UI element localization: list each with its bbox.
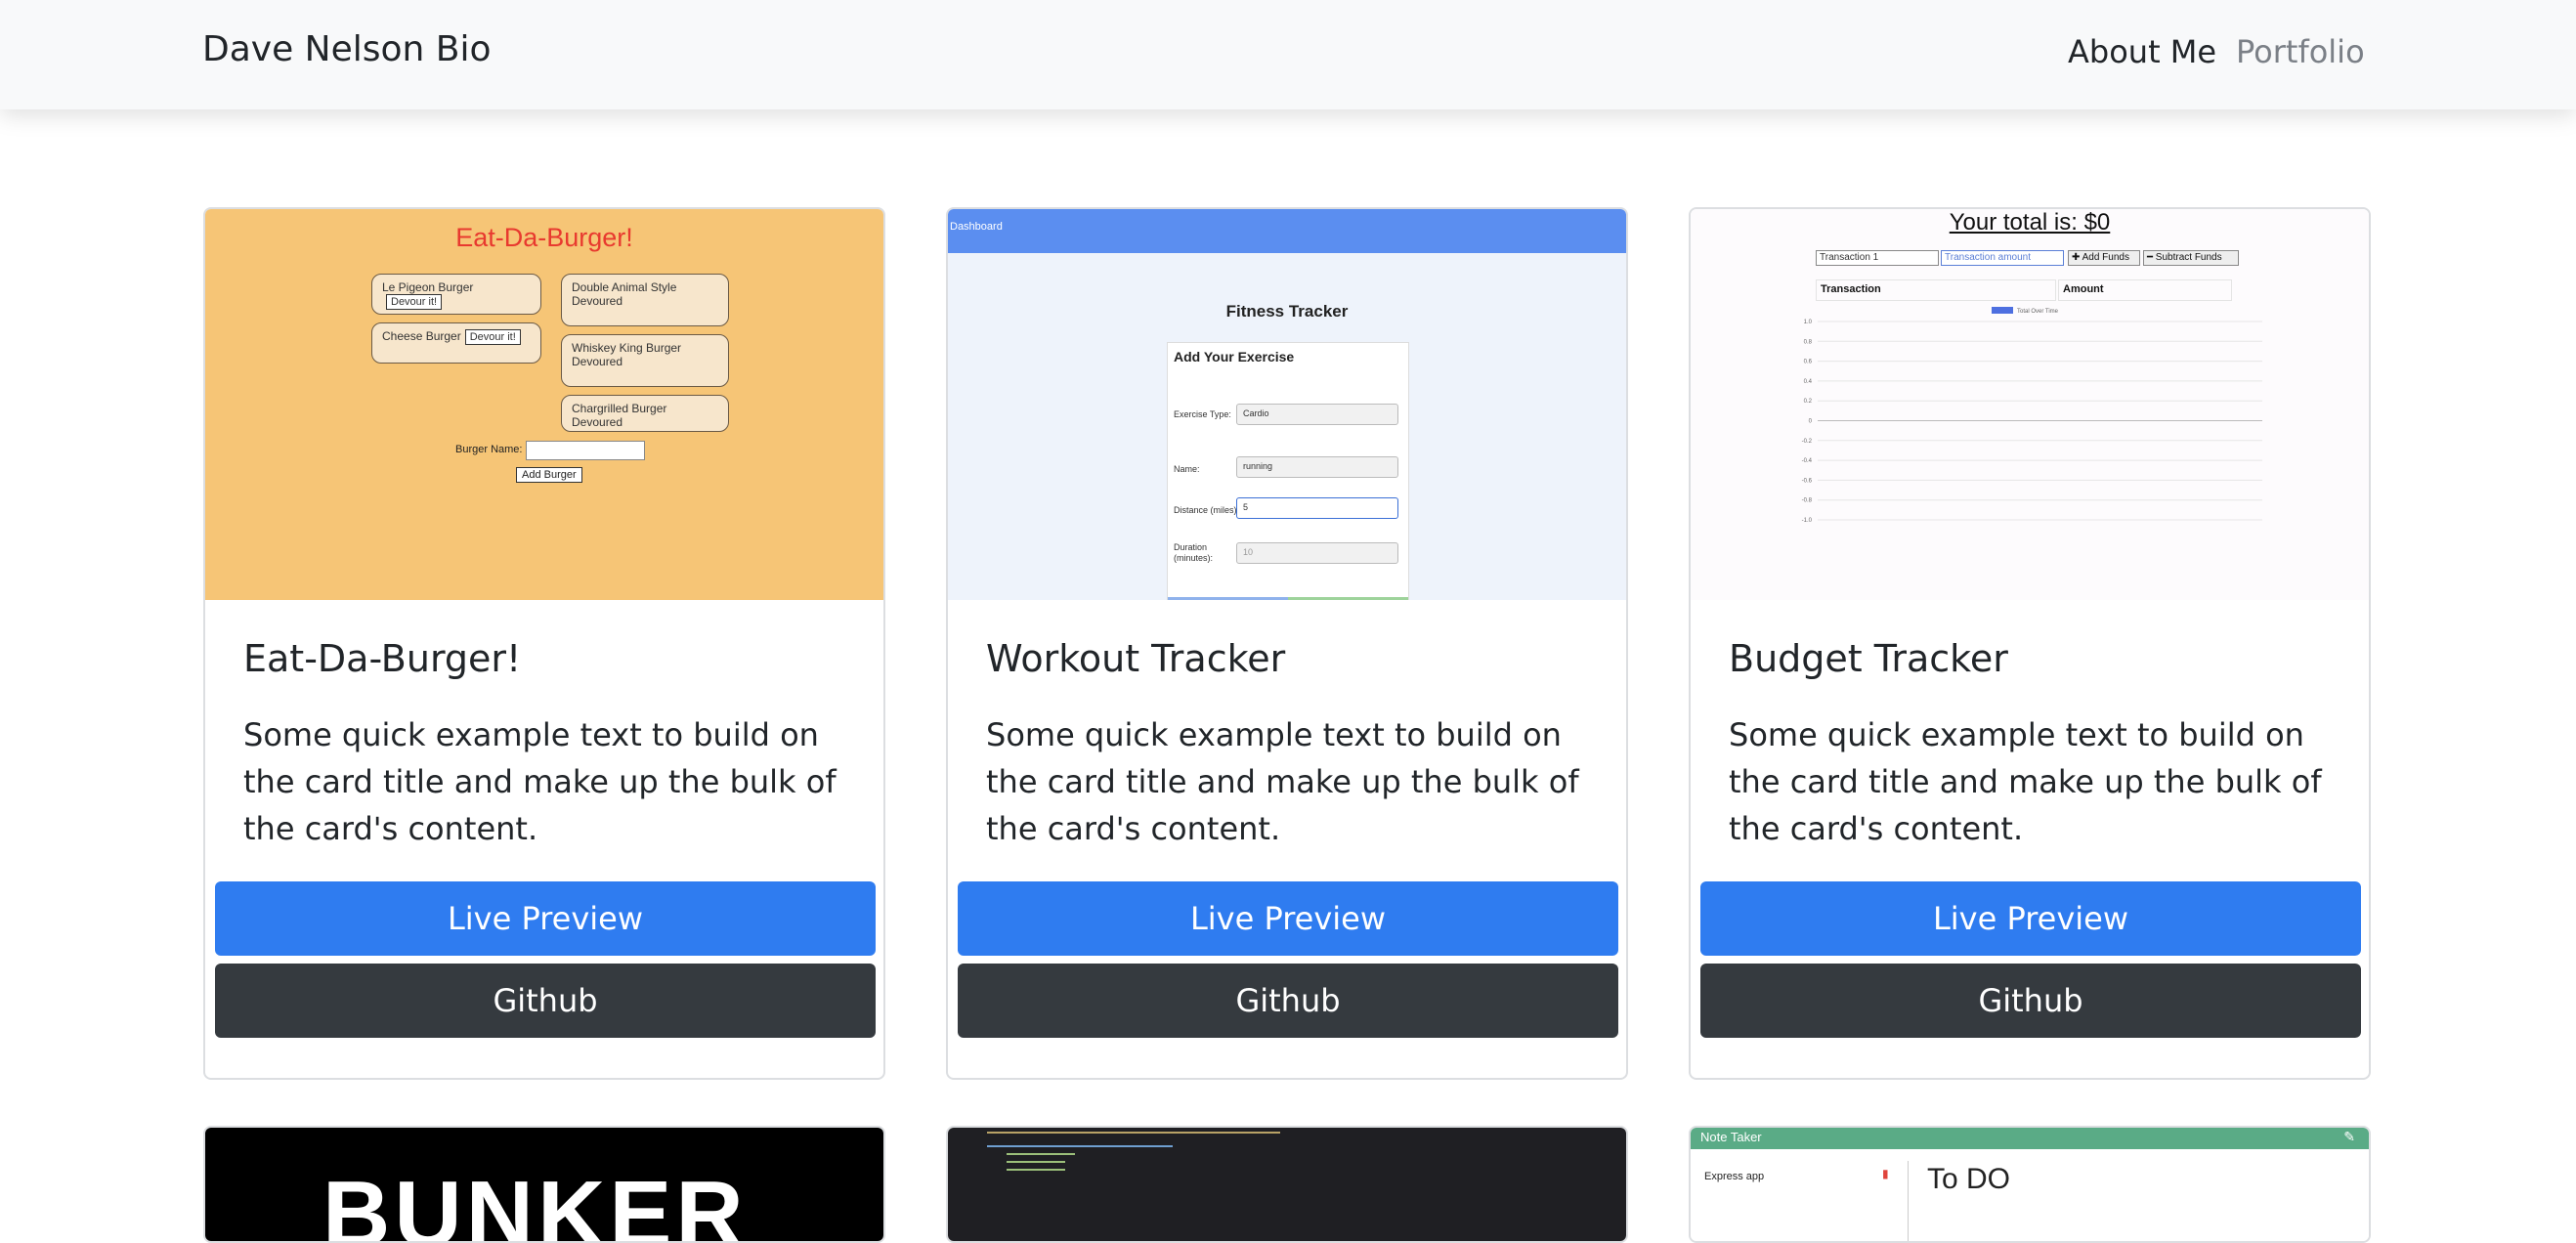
thumbnail-burger-item: Le Pigeon BurgerDevour it! (371, 274, 541, 315)
navbar-brand[interactable]: Dave Nelson Bio (202, 29, 492, 69)
github-button[interactable]: Github (958, 964, 1618, 1038)
thumbnail-field-label: Distance (miles): (1174, 505, 1240, 515)
thumbnail-y-tick-label: 0.8 (1804, 339, 1813, 345)
thumbnail-legend-label: Total Over Time (2017, 309, 2059, 315)
project-thumbnail-code (948, 1128, 1626, 1241)
thumbnail-line-chart: Total Over Time 1.0 0.8 0.6 0.4 0.2 0 -0.2 -0.4… (1802, 307, 2262, 524)
thumbnail-y-tick-label: -1.0 (1802, 518, 1813, 524)
thumbnail-add-button: Add Burger (516, 467, 582, 483)
thumbnail-burger-input (526, 441, 645, 460)
thumbnail-note-heading: To DO (1927, 1163, 2011, 1195)
thumbnail-field-label: Name: (1174, 464, 1200, 474)
thumbnail-note-item: Express app (1704, 1171, 1765, 1182)
project-card-note-taker: Note Taker ✎ Express app ▮ To DO (1689, 1126, 2371, 1243)
thumbnail-y-tick-label: 0 (1809, 419, 1813, 425)
thumbnail-nav-bar: Note Taker ✎ (1691, 1128, 2369, 1149)
thumbnail-burger-item: Cheese Burger Devour it! (371, 322, 541, 364)
thumbnail-y-tick-label: -0.8 (1802, 498, 1813, 504)
thumbnail-panel-title: Add Your Exercise (1174, 349, 1295, 364)
thumbnail-devour-button: Devour it! (386, 294, 443, 310)
card-title: Budget Tracker (1729, 637, 2008, 680)
thumbnail-nav-label: Dashboard (950, 221, 1003, 233)
nav-link-about-me[interactable]: About Me (2068, 33, 2216, 70)
github-button[interactable]: Github (215, 964, 876, 1038)
thumbnail-y-tick-label: 0.2 (1804, 399, 1813, 405)
project-card-burger: Eat-Da-Burger! Le Pigeon BurgerDevour it… (203, 207, 885, 1080)
thumbnail-complete-button (1168, 597, 1288, 600)
thumbnail-legend-swatch (1992, 307, 2013, 314)
project-card-bunker: BUNKER (203, 1126, 885, 1243)
thumbnail-field-label: Duration (minutes): (1174, 542, 1214, 563)
card-title: Eat-Da-Burger! (243, 637, 522, 680)
thumbnail-y-tick-label: -0.2 (1802, 439, 1813, 445)
thumbnail-field-value: running (1236, 456, 1398, 478)
thumbnail-heading: Fitness Tracker (1225, 302, 1349, 321)
project-thumbnail-burger: Eat-Da-Burger! Le Pigeon BurgerDevour it… (205, 209, 883, 600)
thumbnail-burger-name: Cheese Burger (382, 329, 461, 343)
pencil-icon: ✎ (2343, 1130, 2355, 1145)
thumbnail-y-tick-label: -0.6 (1802, 478, 1813, 484)
navbar: Dave Nelson Bio About Me Portfolio (0, 0, 2576, 109)
project-thumbnail-bunker: BUNKER (205, 1128, 883, 1243)
trash-icon: ▮ (1882, 1167, 1889, 1180)
live-preview-button[interactable]: Live Preview (1700, 881, 2361, 956)
thumbnail-field-value: 5 (1236, 497, 1398, 519)
thumbnail-y-tick-label: 0.4 (1804, 379, 1813, 385)
thumbnail-field-value: 10 (1236, 542, 1398, 564)
live-preview-button[interactable]: Live Preview (958, 881, 1618, 956)
thumbnail-heading: Eat-Da-Burger! (455, 223, 633, 252)
thumbnail-field-label: Exercise Type: (1174, 409, 1231, 419)
thumbnail-y-tick-label: -0.4 (1802, 458, 1813, 464)
thumbnail-nav-bar: Dashboard (948, 209, 1626, 253)
thumbnail-add-exercise-button (1288, 597, 1408, 600)
card-text: Some quick example text to build on the … (986, 716, 1579, 847)
github-button[interactable]: Github (1700, 964, 2361, 1038)
project-card-workout: Dashboard Fitness Tracker Add Your Exerc… (946, 207, 1628, 1080)
project-card-code (946, 1126, 1628, 1243)
card-text: Some quick example text to build on the … (243, 716, 837, 847)
live-preview-button[interactable]: Live Preview (215, 881, 876, 956)
project-thumbnail-workout: Dashboard Fitness Tracker Add Your Exerc… (948, 209, 1626, 600)
thumbnail-y-tick-label: 0.6 (1804, 360, 1813, 365)
project-thumbnail-note-taker: Note Taker ✎ Express app ▮ To DO (1691, 1128, 2369, 1241)
nav-link-portfolio[interactable]: Portfolio (2236, 33, 2365, 70)
thumbnail-exercise-panel: Add Your Exercise Exercise Type: Cardio … (1167, 342, 1409, 600)
project-thumbnail-budget: Your total is: $0 Transaction 1 Transact… (1691, 209, 2369, 600)
thumbnail-burger-name: Le Pigeon Burger (382, 280, 474, 294)
thumbnail-y-tick-label: 1.0 (1804, 320, 1813, 325)
thumbnail-field-value: Cardio (1236, 404, 1398, 425)
thumbnail-input-label: Burger Name: (455, 444, 523, 455)
thumbnail-nav-label: Note Taker (1700, 1130, 1762, 1144)
thumbnail-devoured-item: Double Animal Style Devoured (561, 274, 729, 326)
thumbnail-devoured-item: Chargrilled Burger Devoured (561, 395, 729, 432)
thumbnail-chart-grid: 1.0 0.8 0.6 0.4 0.2 0 -0.2 -0.4 -0.6 -0.8 -1.0 (1802, 320, 2262, 524)
project-card-budget: Your total is: $0 Transaction 1 Transact… (1689, 207, 2371, 1080)
thumbnail-heading: BUNKER (322, 1162, 748, 1243)
card-title: Workout Tracker (986, 637, 1286, 680)
thumbnail-devoured-item: Whiskey King Burger Devoured (561, 334, 729, 387)
thumbnail-devour-button: Devour it! (464, 329, 521, 345)
card-text: Some quick example text to build on the … (1729, 716, 2322, 847)
